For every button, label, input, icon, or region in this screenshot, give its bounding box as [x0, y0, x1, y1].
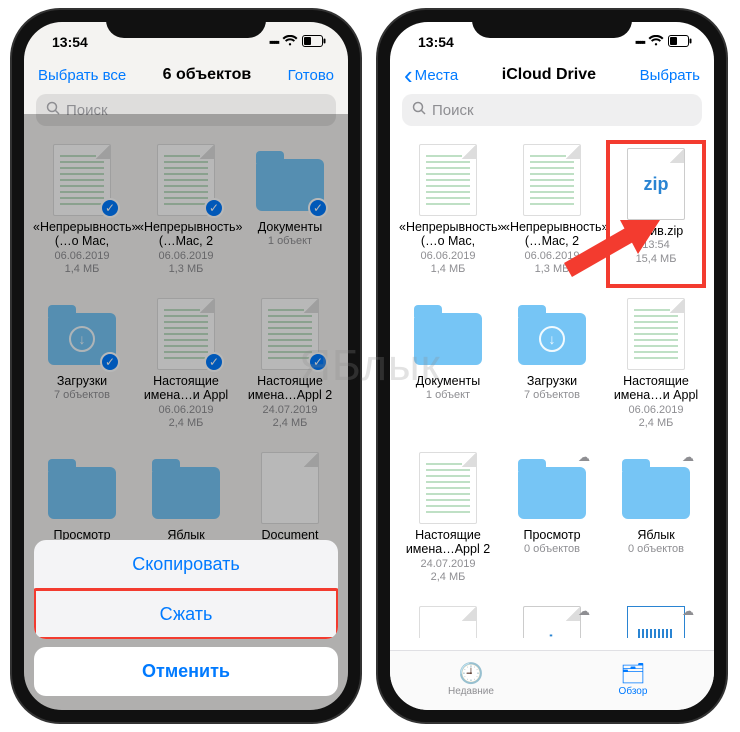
file-meta2: 2,4 МБ [639, 417, 674, 430]
nav-title: 6 объектов [163, 66, 252, 84]
file-thumb: zip☁︎ [516, 606, 588, 638]
file-meta: 0 объектов [524, 543, 580, 556]
file-meta2: 1,4 МБ [431, 263, 466, 276]
status-icons: ▪▪▪▪ [635, 34, 692, 50]
file-tile[interactable]: ☁︎ Яблык0 объектов [606, 448, 706, 596]
signal-icon: ▪▪▪▪ [269, 35, 278, 49]
file-tile[interactable]: zip☁︎ [502, 602, 602, 638]
file-name: Яблык [637, 528, 674, 542]
file-tile[interactable]: ☁︎ [606, 602, 706, 638]
file-meta2: 1,3 МБ [535, 263, 570, 276]
select-all-button[interactable]: Выбрать все [38, 67, 126, 84]
back-button[interactable]: Места [404, 67, 458, 84]
search-icon [412, 101, 426, 119]
tab-browse-label: Обзор [619, 686, 648, 697]
file-meta: 0 объектов [628, 543, 684, 556]
phone-right: 13:54 ▪▪▪▪ Места iCloud Drive Выбрать По… [378, 10, 726, 722]
phone-left: 13:54 ▪▪▪▪ Выбрать все 6 объектов Готово… [12, 10, 360, 722]
file-meta: 24.07.2019 [420, 558, 475, 571]
file-tile[interactable] [398, 602, 498, 638]
file-meta2: 2,4 МБ [431, 571, 466, 584]
file-thumb: ☁︎ [516, 452, 588, 524]
battery-icon [668, 34, 692, 50]
nav-bar: Места iCloud Drive Выбрать [390, 62, 714, 90]
screen-right: 13:54 ▪▪▪▪ Места iCloud Drive Выбрать По… [390, 22, 714, 710]
file-name: «Непрерывность» (…о Mac, [399, 220, 497, 249]
file-meta: 06.06.2019 [524, 250, 579, 263]
file-thumb [412, 452, 484, 524]
notch [472, 10, 632, 38]
status-time: 13:54 [52, 34, 88, 50]
status-icons: ▪▪▪▪ [269, 34, 326, 50]
action-sheet: Скопировать Сжать Отменить [34, 540, 338, 696]
file-meta: 7 объектов [524, 389, 580, 402]
file-thumb [412, 298, 484, 370]
file-thumb: zip [620, 148, 692, 220]
file-tile[interactable]: Настоящие имена…и Appl06.06.20192,4 МБ [606, 294, 706, 442]
file-thumb [516, 144, 588, 216]
file-tile[interactable]: «Непрерывность» (…о Mac,06.06.20191,4 МБ [398, 140, 498, 288]
file-meta: 06.06.2019 [628, 404, 683, 417]
battery-icon [302, 34, 326, 50]
wifi-icon [648, 34, 664, 50]
file-meta: 13:54 [642, 239, 670, 252]
file-thumb [620, 298, 692, 370]
done-button[interactable]: Готово [288, 67, 334, 84]
file-tile[interactable]: Настоящие имена…Appl 224.07.20192,4 МБ [398, 448, 498, 596]
copy-action[interactable]: Скопировать [34, 540, 338, 589]
status-time: 13:54 [418, 34, 454, 50]
file-name: Архив.zip [629, 224, 683, 238]
search-field[interactable]: Поиск [402, 94, 702, 126]
tab-recent[interactable]: 🕘 Недавние [390, 651, 552, 710]
file-name: Документы [416, 374, 480, 388]
file-grid: «Непрерывность» (…о Mac,06.06.20191,4 МБ… [390, 134, 714, 638]
file-thumb [412, 606, 484, 638]
screen-left: 13:54 ▪▪▪▪ Выбрать все 6 объектов Готово… [24, 22, 348, 710]
action-sheet-group: Скопировать Сжать [34, 540, 338, 639]
file-thumb: ☁︎ [620, 452, 692, 524]
compress-action[interactable]: Сжать [34, 589, 338, 639]
file-name: Просмотр [523, 528, 580, 542]
file-tile[interactable]: zip Архив.zip13:5415,4 МБ [606, 140, 706, 288]
tab-recent-label: Недавние [448, 686, 494, 697]
file-name: Настоящие имена…и Appl [607, 374, 705, 403]
tab-browse[interactable]: 🗂 Обзор [552, 651, 714, 710]
search-placeholder: Поиск [432, 102, 474, 119]
file-name: Загрузки [527, 374, 577, 388]
file-name: «Непрерывность» (…Mac, 2 [503, 220, 601, 249]
file-tile[interactable]: Загрузки7 объектов [502, 294, 602, 442]
file-meta: 06.06.2019 [420, 250, 475, 263]
tab-bar: 🕘 Недавние 🗂 Обзор [390, 650, 714, 710]
file-thumb: ☁︎ [620, 606, 692, 638]
signal-icon: ▪▪▪▪ [635, 35, 644, 49]
file-tile[interactable]: Документы1 объект [398, 294, 498, 442]
nav-title: iCloud Drive [502, 66, 596, 84]
nav-bar: Выбрать все 6 объектов Готово [24, 62, 348, 90]
file-thumb [412, 144, 484, 216]
file-tile[interactable]: «Непрерывность» (…Mac, 206.06.20191,3 МБ [502, 140, 602, 288]
cancel-action[interactable]: Отменить [34, 647, 338, 696]
file-meta2: 15,4 МБ [636, 253, 677, 266]
notch [106, 10, 266, 38]
file-meta: 1 объект [426, 389, 470, 402]
file-thumb [516, 298, 588, 370]
wifi-icon [282, 34, 298, 50]
file-tile[interactable]: ☁︎ Просмотр0 объектов [502, 448, 602, 596]
folder-icon: 🗂 [620, 664, 645, 684]
file-name: Настоящие имена…Appl 2 [399, 528, 497, 557]
clock-icon: 🕘 [459, 664, 484, 684]
select-button[interactable]: Выбрать [640, 67, 700, 84]
